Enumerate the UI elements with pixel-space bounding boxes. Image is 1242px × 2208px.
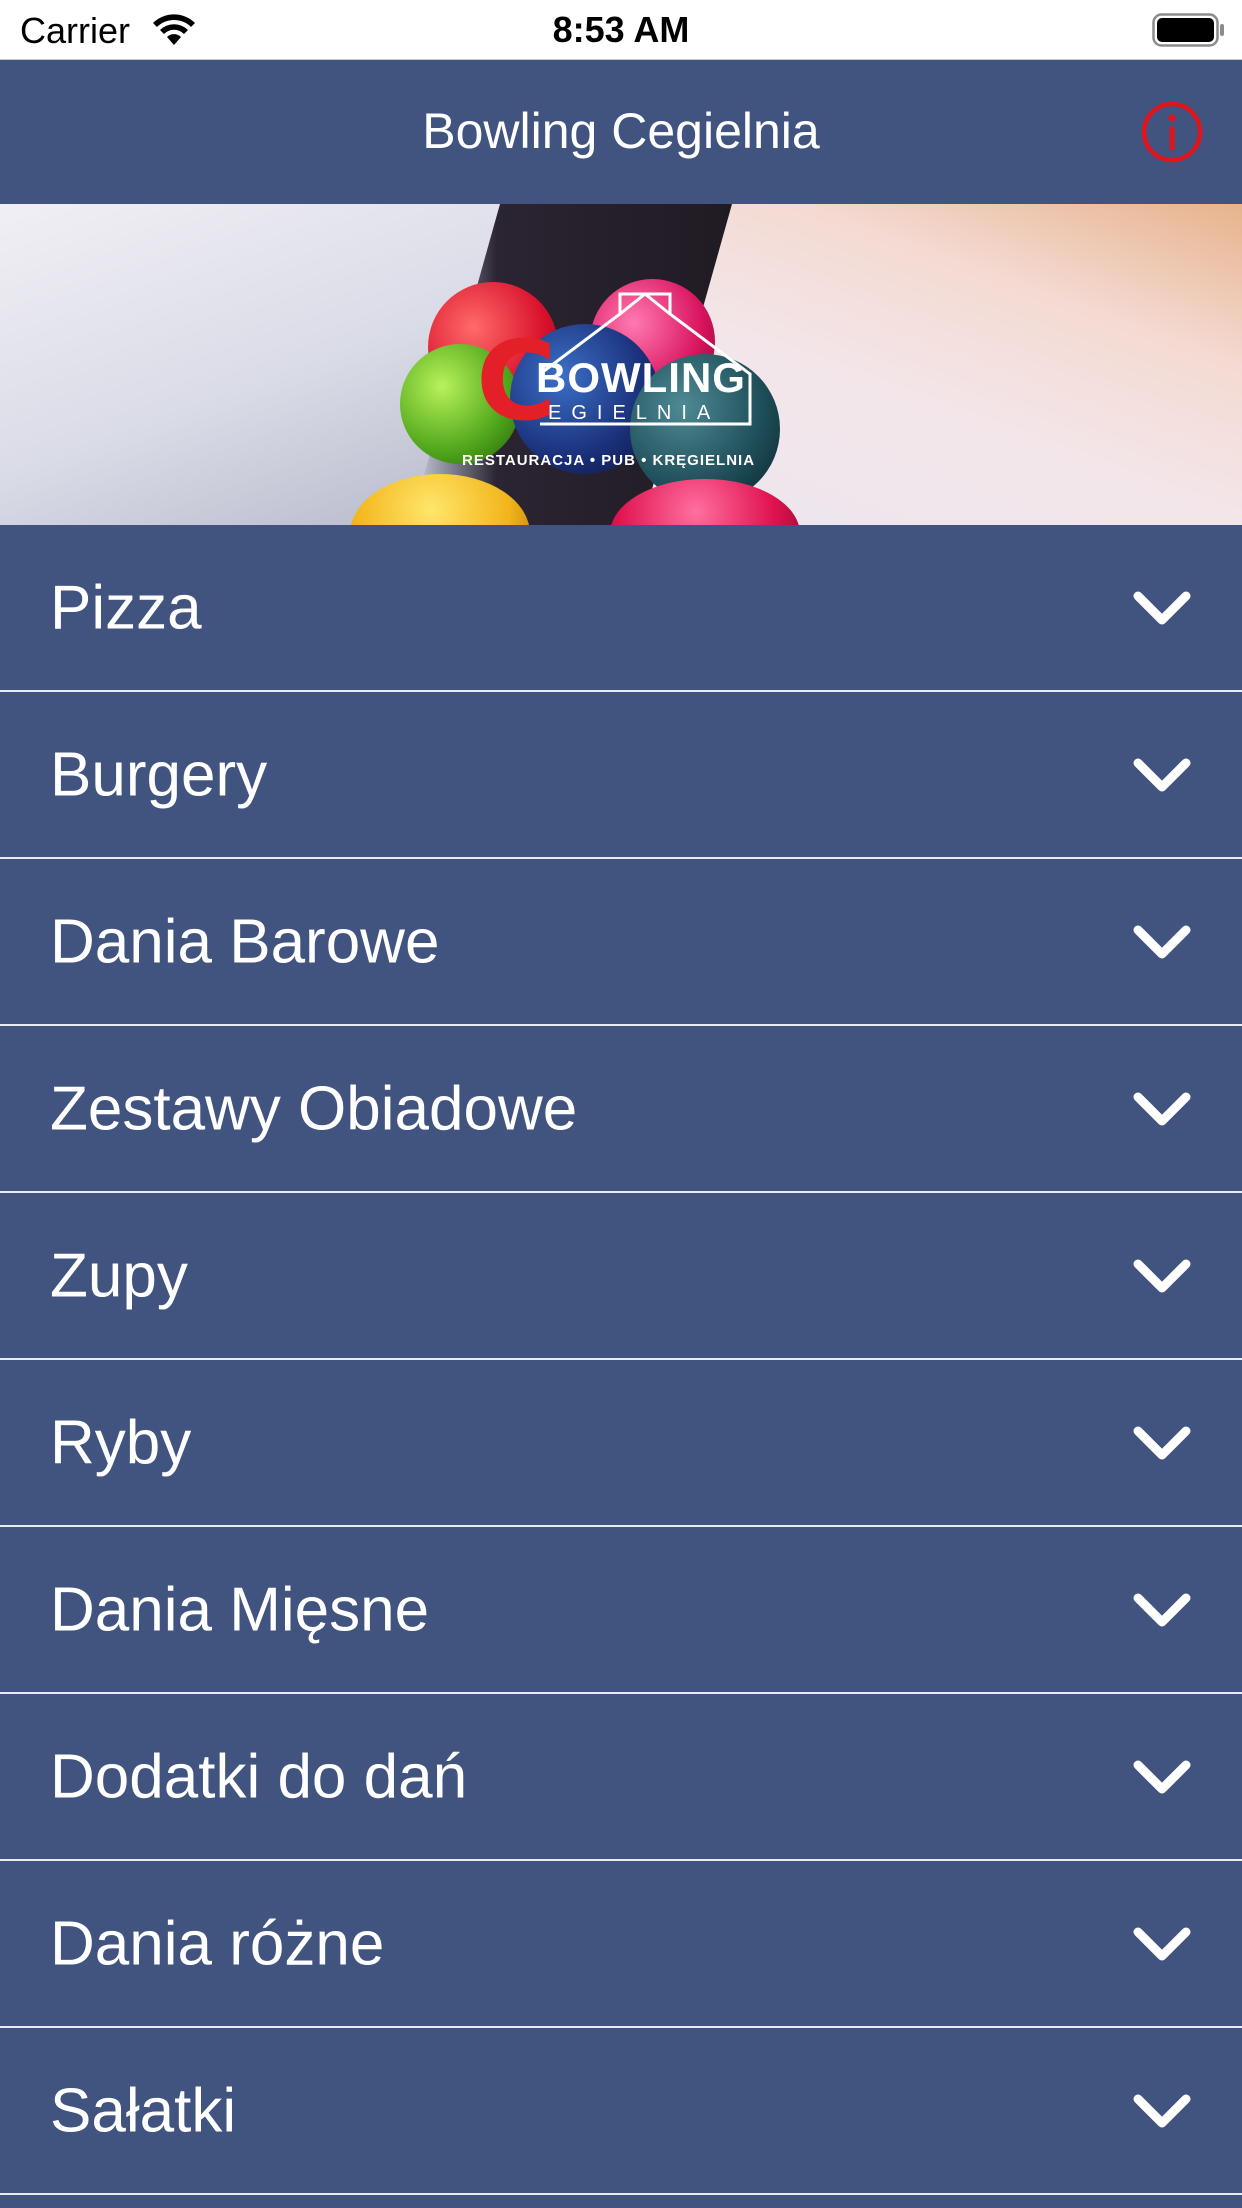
logo-word: BOWLING xyxy=(536,354,746,401)
menu-item-ryby[interactable]: Ryby xyxy=(0,1360,1242,1527)
menu-item-label: Zestawy Obiadowe xyxy=(50,1074,578,1143)
menu-item-salatki[interactable]: Sałatki xyxy=(0,2028,1242,2195)
menu-item-dania-barowe[interactable]: Dania Barowe xyxy=(0,859,1242,1026)
menu-item-label: Pizza xyxy=(50,573,202,642)
chevron-down-icon[interactable] xyxy=(1132,1757,1192,1797)
menu-item-pizza[interactable]: Pizza xyxy=(0,525,1242,692)
chevron-down-icon[interactable] xyxy=(1132,755,1192,795)
chevron-down-icon[interactable] xyxy=(1132,588,1192,628)
chevron-down-icon[interactable] xyxy=(1132,1924,1192,1964)
menu-item-label: Dania Barowe xyxy=(50,907,440,976)
menu-category-list: Pizza Burgery Dania Barowe Zestawy Obiad… xyxy=(0,525,1242,2195)
menu-item-dodatki-do-dan[interactable]: Dodatki do dań xyxy=(0,1694,1242,1861)
logo-tagline: RESTAURACJA • PUB • KRĘGIELNIA xyxy=(462,452,756,469)
chevron-down-icon[interactable] xyxy=(1132,922,1192,962)
menu-item-label: Ryby xyxy=(50,1408,192,1477)
status-bar: Carrier 8:53 AM xyxy=(0,0,1242,60)
info-icon[interactable] xyxy=(1140,100,1204,164)
menu-item-burgery[interactable]: Burgery xyxy=(0,692,1242,859)
menu-item-label: Dania Mięsne xyxy=(50,1575,430,1644)
logo-subtitle: EGIELNIA xyxy=(548,402,721,424)
chevron-down-icon[interactable] xyxy=(1132,1256,1192,1296)
chevron-down-icon[interactable] xyxy=(1132,1089,1192,1129)
menu-item-label: Dodatki do dań xyxy=(50,1742,468,1811)
menu-item-zupy[interactable]: Zupy xyxy=(0,1193,1242,1360)
menu-item-label: Sałatki xyxy=(50,2076,237,2145)
menu-item-dania-miesne[interactable]: Dania Mięsne xyxy=(0,1527,1242,1694)
status-time: 8:53 AM xyxy=(552,9,690,50)
chevron-down-icon[interactable] xyxy=(1132,1423,1192,1463)
menu-item-dania-rozne[interactable]: Dania różne xyxy=(0,1861,1242,2028)
menu-item-label: Burgery xyxy=(50,740,268,809)
page-title: Bowling Cegielnia xyxy=(422,103,820,159)
chevron-down-icon[interactable] xyxy=(1132,1590,1192,1630)
menu-item-zestawy-obiadowe[interactable]: Zestawy Obiadowe xyxy=(0,1026,1242,1193)
header-banner-image: C BOWLING EGIELNIA RESTAURACJA • PUB • K… xyxy=(0,204,1242,525)
menu-item-label: Zupy xyxy=(50,1241,188,1310)
menu-item-label: Dania różne xyxy=(50,1909,385,1978)
navigation-bar: Bowling Cegielnia xyxy=(0,60,1242,204)
battery-icon xyxy=(1152,13,1224,47)
chevron-down-icon[interactable] xyxy=(1132,2091,1192,2131)
